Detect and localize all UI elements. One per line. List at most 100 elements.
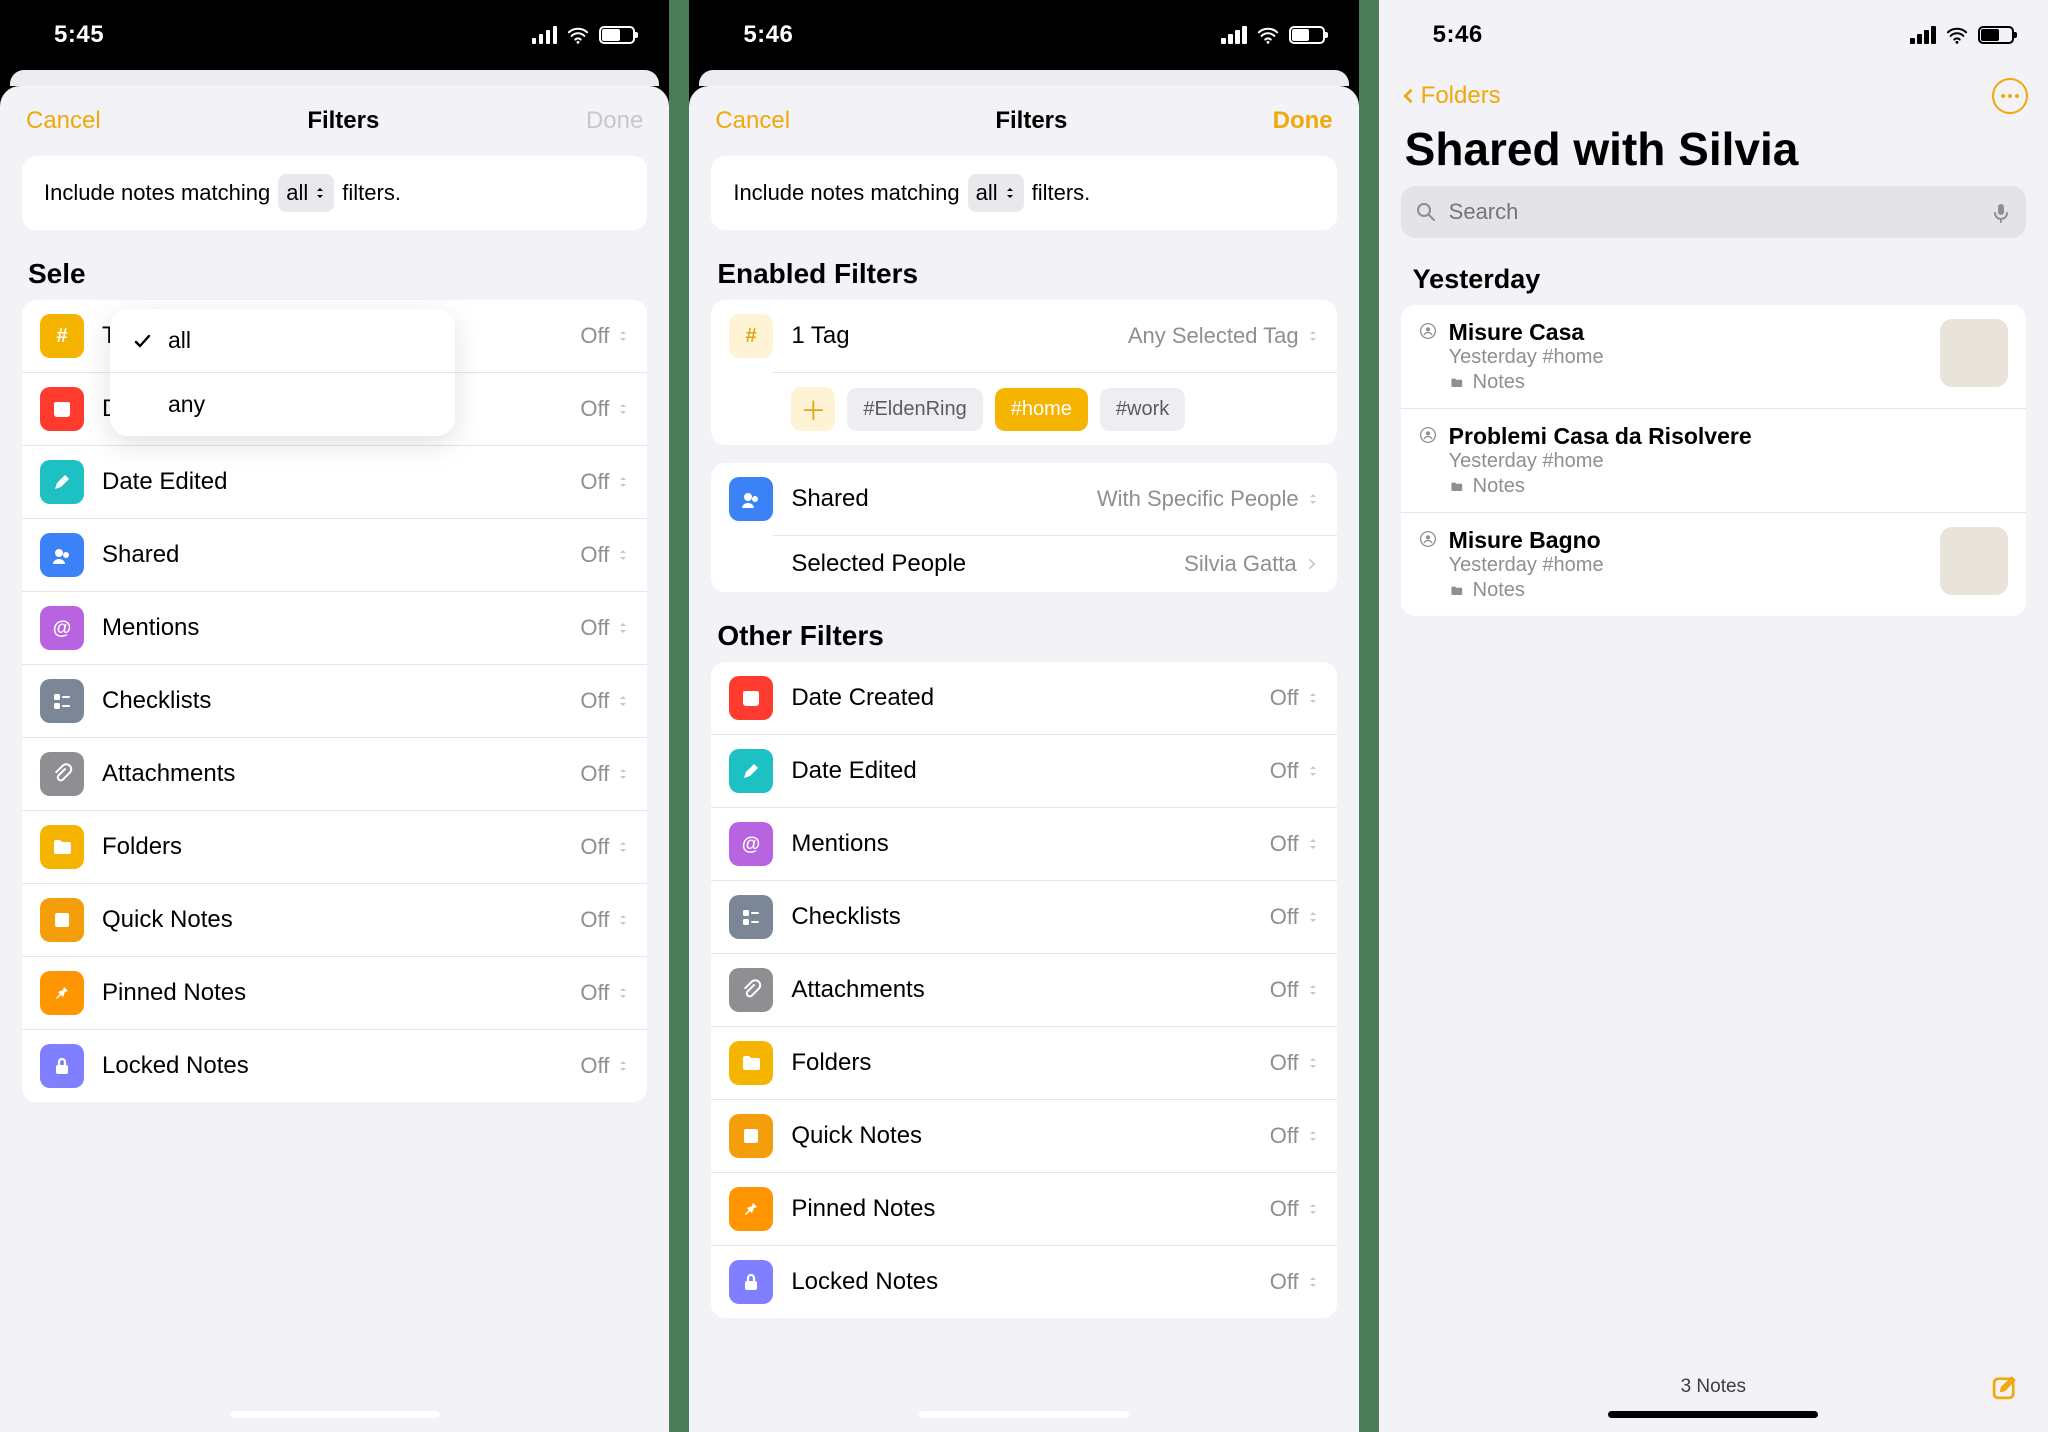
lock-icon — [729, 1260, 773, 1304]
wifi-icon — [565, 26, 591, 44]
filter-row[interactable]: MentionsOff — [711, 807, 1336, 880]
filter-value: Off — [580, 469, 629, 495]
nav-title: Filters — [995, 107, 1067, 135]
shared-filter-row[interactable]: Shared With Specific People — [711, 463, 1336, 535]
checklist-icon — [729, 895, 773, 939]
note-row[interactable]: Misure CasaYesterday #homeNotes — [1401, 305, 2026, 408]
filter-row[interactable]: FoldersOff — [22, 810, 647, 883]
filter-row[interactable]: ChecklistsOff — [711, 880, 1336, 953]
filter-row[interactable]: Locked NotesOff — [711, 1245, 1336, 1318]
tag-chip[interactable]: #EldenRing — [847, 388, 982, 431]
match-option-all[interactable]: all — [110, 309, 455, 372]
filter-row[interactable]: FoldersOff — [711, 1026, 1336, 1099]
filter-label: Pinned Notes — [102, 979, 562, 1007]
page-title: Shared with Silvia — [1379, 114, 2048, 186]
hash-icon — [729, 314, 773, 358]
updown-icon — [617, 474, 629, 490]
add-tag-button[interactable]: ＋ — [791, 387, 835, 431]
filter-value: Off — [580, 834, 629, 860]
back-label: Folders — [1421, 82, 1501, 110]
updown-icon — [1307, 328, 1319, 344]
battery-icon — [599, 26, 635, 44]
nav-bar: Cancel Filters Done — [689, 86, 1358, 156]
updown-icon — [1307, 763, 1319, 779]
more-button[interactable] — [1992, 78, 2028, 114]
updown-icon — [617, 547, 629, 563]
note-title: Problemi Casa da Risolvere — [1449, 423, 2008, 450]
done-button[interactable]: Done — [586, 107, 643, 135]
filter-label: Attachments — [102, 760, 562, 788]
filters-sheet: Cancel Filters Done Include notes matchi… — [0, 86, 669, 1432]
home-indicator[interactable] — [230, 1411, 440, 1418]
nav-title: Filters — [307, 107, 379, 135]
filter-value: Off — [580, 688, 629, 714]
filter-row[interactable]: SharedOff — [22, 518, 647, 591]
home-indicator[interactable] — [919, 1411, 1129, 1418]
filter-label: Shared — [102, 541, 562, 569]
updown-icon — [617, 766, 629, 782]
note-folder: Notes — [1449, 579, 1928, 602]
dictate-icon[interactable] — [1990, 201, 2012, 223]
match-option-label: any — [168, 391, 205, 418]
tag-chip[interactable]: #home — [995, 388, 1088, 431]
battery-icon — [1978, 26, 2014, 44]
note-title: Misure Casa — [1449, 319, 1928, 346]
filter-value: Off — [1270, 831, 1319, 857]
cellular-icon — [532, 26, 558, 44]
back-button[interactable]: Folders — [1399, 82, 1501, 110]
note-thumbnail — [1940, 319, 2008, 387]
battery-icon — [1289, 26, 1325, 44]
filter-label: 1 Tag — [791, 322, 1110, 350]
filter-label: Shared — [791, 485, 1079, 513]
search-input[interactable] — [1447, 198, 1980, 226]
quicknote-icon — [40, 898, 84, 942]
compose-button[interactable] — [1990, 1372, 2020, 1402]
filter-label: Date Edited — [102, 468, 562, 496]
filter-row[interactable]: Date CreatedOff — [711, 662, 1336, 734]
match-mode-menu: all any — [110, 309, 455, 436]
filter-row[interactable]: Quick NotesOff — [711, 1099, 1336, 1172]
cancel-button[interactable]: Cancel — [715, 107, 790, 135]
note-row[interactable]: Problemi Casa da RisolvereYesterday #hom… — [1401, 408, 2026, 512]
match-suffix: filters. — [342, 180, 401, 206]
at-icon — [729, 822, 773, 866]
updown-icon — [617, 401, 629, 417]
pin-icon — [729, 1187, 773, 1231]
filter-row[interactable]: AttachmentsOff — [711, 953, 1336, 1026]
search-icon — [1415, 201, 1437, 223]
match-mode-picker[interactable]: all — [968, 174, 1024, 212]
pencil-icon — [40, 460, 84, 504]
chevron-left-icon — [1399, 82, 1417, 110]
note-row[interactable]: Misure BagnoYesterday #homeNotes — [1401, 512, 2026, 616]
notes-list: Misure CasaYesterday #homeNotesProblemi … — [1401, 305, 2026, 616]
updown-icon — [617, 620, 629, 636]
hash-icon — [40, 314, 84, 358]
filter-row[interactable]: Attachments Off — [22, 737, 647, 810]
cellular-icon — [1221, 26, 1247, 44]
filter-row[interactable]: Date Edited Off — [22, 445, 647, 518]
wifi-icon — [1255, 26, 1281, 44]
filter-value: Off — [580, 761, 629, 787]
selected-people-row[interactable]: Selected People Silvia Gatta — [773, 535, 1336, 592]
updown-icon — [1307, 1055, 1319, 1071]
filter-row[interactable]: Date EditedOff — [711, 734, 1336, 807]
note-thumbnail — [1940, 527, 2008, 595]
filter-row[interactable]: Pinned NotesOff — [22, 956, 647, 1029]
home-indicator[interactable] — [1608, 1411, 1818, 1418]
panel-filters-configured: 5:46 Cancel Filters Done Include notes m… — [689, 0, 1358, 1432]
filter-row[interactable]: Quick NotesOff — [22, 883, 647, 956]
filter-row[interactable]: ChecklistsOff — [22, 664, 647, 737]
wifi-icon — [1944, 26, 1970, 44]
search-field[interactable] — [1401, 186, 2026, 238]
match-mode-value: all — [976, 180, 998, 206]
match-option-any[interactable]: any — [110, 372, 455, 436]
tag-chip[interactable]: #work — [1100, 388, 1185, 431]
done-button[interactable]: Done — [1273, 107, 1333, 135]
filter-row[interactable]: Locked NotesOff — [22, 1029, 647, 1102]
cancel-button[interactable]: Cancel — [26, 107, 101, 135]
filter-row[interactable]: MentionsOff — [22, 591, 647, 664]
filter-row[interactable]: Pinned NotesOff — [711, 1172, 1336, 1245]
match-mode-picker[interactable]: all — [278, 174, 334, 212]
lock-icon — [40, 1044, 84, 1088]
tags-filter-row[interactable]: 1 Tag Any Selected Tag — [711, 300, 1336, 372]
